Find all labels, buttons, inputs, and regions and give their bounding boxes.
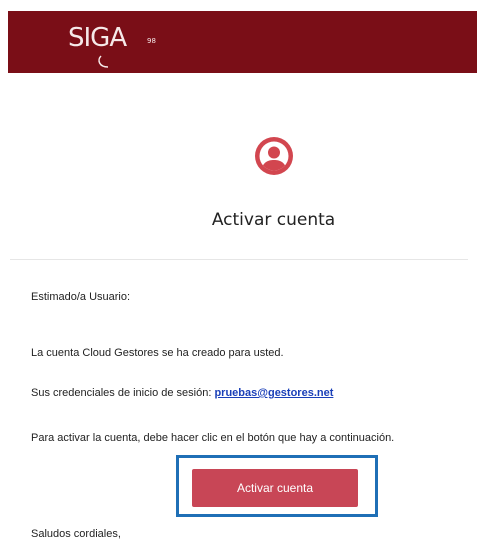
credentials-label: Sus credenciales de inicio de sesión: <box>31 387 212 399</box>
user-circle-icon <box>255 137 293 175</box>
divider <box>10 259 468 260</box>
greeting-text: Estimado/a Usuario: <box>31 291 131 303</box>
page-title: Activar cuenta <box>211 210 336 230</box>
activate-account-button[interactable]: Activar cuenta <box>192 469 358 507</box>
closing-text: Saludos cordiales, <box>31 528 121 540</box>
email-header: SIGA 98 <box>8 11 477 73</box>
logo-text: SIGA <box>68 23 127 53</box>
credentials-line: Sus credenciales de inicio de sesión: pr… <box>31 386 333 400</box>
credentials-email-link[interactable]: pruebas@gestores.net <box>214 387 333 399</box>
siga-logo: SIGA 98 <box>68 23 168 71</box>
logo-subscript: 98 <box>147 37 156 45</box>
account-created-text: La cuenta Cloud Gestores se ha creado pa… <box>31 347 284 359</box>
instructions-text: Para activar la cuenta, debe hacer clic … <box>31 432 395 444</box>
logo-swash-icon <box>98 55 109 68</box>
